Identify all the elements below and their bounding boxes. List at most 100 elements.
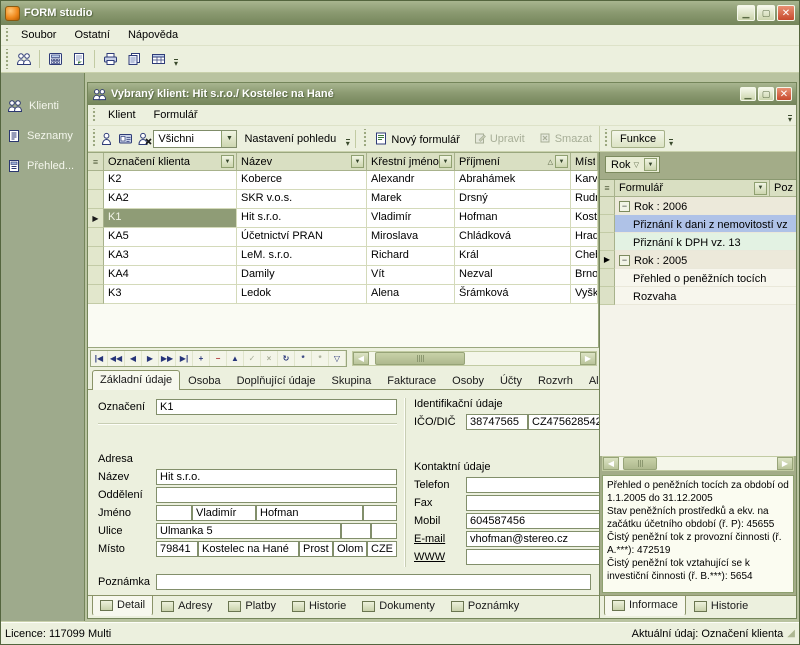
info-tab[interactable]: Informace — [604, 596, 686, 616]
nav-save-bookmark-button[interactable]: * — [295, 351, 312, 366]
cell-formular[interactable]: − Rozvaha — [615, 287, 796, 305]
cell-nazev[interactable]: Damily — [237, 266, 367, 285]
column-header-oznaceni[interactable]: Označení klienta▼ — [104, 153, 237, 170]
misto-field[interactable]: Kostelec na Hané — [198, 541, 299, 557]
cell-prijmeni[interactable]: Hofman — [455, 209, 571, 228]
detail-tab[interactable]: Doplňující údaje — [229, 371, 324, 389]
ico-field[interactable]: 38747565 — [466, 414, 528, 430]
prijmeni-field[interactable]: Hofman — [256, 505, 363, 521]
scrollbar-thumb[interactable] — [623, 457, 657, 470]
minimize-button[interactable]: ▁ — [737, 5, 755, 21]
cell-krestni[interactable]: Alexandr — [367, 171, 455, 190]
nav-first-button[interactable]: |◀ — [91, 351, 108, 366]
www-field[interactable] — [466, 549, 599, 565]
menu-ostatni[interactable]: Ostatní — [65, 26, 118, 44]
detail-tab[interactable]: Základní údaje — [92, 370, 180, 390]
detail-tab[interactable]: Rozvrh — [530, 371, 581, 389]
add-person-button[interactable] — [97, 128, 116, 150]
nav-refresh-button[interactable]: ↻ — [278, 351, 295, 366]
cell-prijmeni[interactable]: Šrámková — [455, 285, 571, 304]
group-by-rok[interactable]: Rok ▽ ▼ — [605, 156, 660, 173]
new-form-button[interactable]: Nový formulář — [368, 128, 466, 150]
cell-oznaceni[interactable]: K1 — [104, 209, 237, 228]
cell-nazev[interactable]: LeM. s.r.o. — [237, 247, 367, 266]
column-filter-icon[interactable]: ▼ — [555, 155, 568, 168]
cell-misto[interactable]: Rudná — [571, 190, 598, 209]
cell-krestni[interactable]: Vít — [367, 266, 455, 285]
cell-prijmeni[interactable]: Král — [455, 247, 571, 266]
maximize-button[interactable]: ▢ — [757, 5, 775, 21]
nav-prior-button[interactable]: ◀ — [125, 351, 142, 366]
detail-tab[interactable]: Osoba — [180, 371, 228, 389]
okres-field[interactable]: Prost — [299, 541, 333, 557]
collapse-group-icon[interactable]: − — [619, 201, 630, 212]
grid-corner-button[interactable]: ≡ — [88, 153, 104, 170]
toolbar-grip[interactable] — [602, 129, 609, 148]
row-selector[interactable]: ▶ — [88, 266, 104, 285]
column-filter-icon[interactable]: ▼ — [439, 155, 452, 168]
menu-formular[interactable]: Formulář — [145, 106, 207, 124]
detail-tab[interactable]: Fakturace — [379, 371, 444, 389]
email-link-label[interactable]: E-mail — [414, 533, 466, 545]
form-row[interactable]: ▶ − Rok : 2005 — [600, 251, 796, 269]
cell-krestni[interactable]: Vladimír — [367, 209, 455, 228]
cell-nazev[interactable]: Účetnictví PRAN — [237, 228, 367, 247]
person-card-button[interactable] — [116, 128, 135, 150]
client-close-button[interactable]: ✕ — [776, 87, 792, 101]
row-selector[interactable]: ▶ — [600, 197, 615, 215]
nav-goto-bookmark-button[interactable]: * — [312, 351, 329, 366]
cell-prijmeni[interactable]: Abrahámek — [455, 171, 571, 190]
row-selector[interactable]: ▶ — [88, 247, 104, 266]
cell-oznaceni[interactable]: K3 — [104, 285, 237, 304]
form-row[interactable]: ▶ − Přehled o peněžních tocích — [600, 269, 796, 287]
nav-next-button[interactable]: ▶ — [142, 351, 159, 366]
cell-misto[interactable]: Kostelec na Hané — [571, 209, 598, 228]
close-button[interactable]: ✕ — [777, 5, 795, 21]
nav-post-button[interactable]: ✓ — [244, 351, 261, 366]
oddeleni-field[interactable] — [156, 487, 397, 503]
nav-last-button[interactable]: ▶| — [176, 351, 193, 366]
cell-misto[interactable]: Cheb — [571, 247, 598, 266]
delete-button[interactable]: Smazat — [532, 128, 599, 149]
form-row[interactable]: ▶ − Přiznání k DPH vz. 13 — [600, 233, 796, 251]
cell-oznaceni[interactable]: KA5 — [104, 228, 237, 247]
form-row[interactable]: ▶ − Rok : 2006 — [600, 197, 796, 215]
resize-grip-icon[interactable]: ◢ — [787, 628, 795, 639]
scroll-right-icon[interactable]: ▶ — [777, 457, 793, 470]
bottom-tab[interactable]: Poznámky — [443, 597, 527, 615]
bottom-tab[interactable]: Adresy — [153, 597, 220, 615]
clients-button[interactable] — [12, 48, 36, 70]
client-minimize-button[interactable]: ▁ — [740, 87, 756, 101]
client-row[interactable]: ▶ KA3 LeM. s.r.o. Richard Král Cheb — [88, 247, 598, 266]
column-header-nazev[interactable]: Název▼ — [237, 153, 367, 170]
form-row[interactable]: ▶ − Rozvaha — [600, 287, 796, 305]
nav-insert-button[interactable]: + — [193, 351, 210, 366]
scroll-left-icon[interactable]: ◀ — [603, 457, 619, 470]
menu-grip[interactable] — [90, 108, 97, 122]
fax-field[interactable] — [466, 495, 599, 511]
cell-nazev[interactable]: Koberce — [237, 171, 367, 190]
menu-overflow-icon[interactable]: ▾ — [784, 105, 796, 125]
cell-krestni[interactable]: Marek — [367, 190, 455, 209]
column-filter-icon[interactable]: ▼ — [754, 182, 767, 195]
cell-prijmeni[interactable]: Drsný — [455, 190, 571, 209]
cell-formular[interactable]: − Rok : 2005 — [615, 251, 796, 269]
scrollbar-thumb[interactable] — [375, 352, 465, 365]
column-filter-icon[interactable]: ▼ — [221, 155, 234, 168]
scroll-right-icon[interactable]: ▶ — [580, 352, 596, 365]
cell-formular[interactable]: − Přehled o peněžních tocích — [615, 269, 796, 287]
print-button[interactable] — [98, 48, 122, 70]
cell-misto[interactable]: Hradec — [571, 228, 598, 247]
row-selector[interactable]: ▶ — [88, 171, 104, 190]
cell-formular[interactable]: − Přiznání k dani z nemovitostí vz — [615, 215, 796, 233]
cislo-orientacni-field[interactable] — [371, 523, 397, 539]
oznaceni-field[interactable]: K1 — [156, 399, 397, 415]
client-row[interactable]: ▶ K3 Ledok Alena Šrámková Vyškov — [88, 285, 598, 304]
forms-horizontal-scrollbar[interactable]: ◀ ▶ — [602, 456, 794, 471]
menu-napoveda[interactable]: Nápověda — [119, 26, 187, 44]
toolbar-overflow-icon[interactable]: ▾ — [343, 129, 352, 149]
nazev-field[interactable]: Hit s.r.o. — [156, 469, 397, 485]
nav-edit-button[interactable]: ▲ — [227, 351, 244, 366]
column-header-misto[interactable]: Místo — [571, 153, 598, 170]
row-selector[interactable]: ▶ — [600, 287, 615, 305]
